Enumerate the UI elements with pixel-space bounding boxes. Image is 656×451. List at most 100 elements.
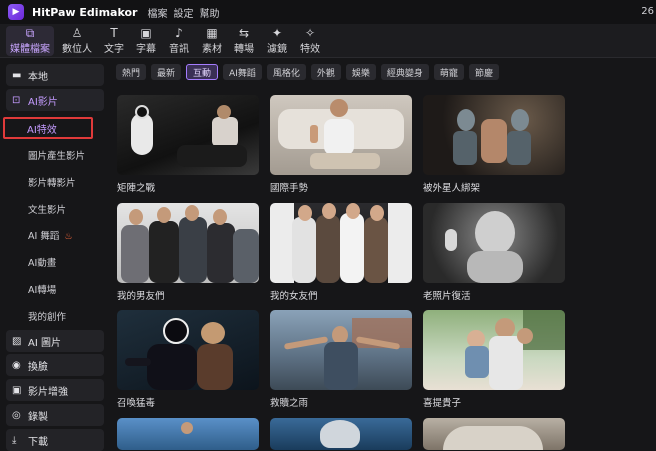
- text-icon: T: [110, 26, 118, 40]
- effect-card-partial[interactable]: [117, 418, 259, 450]
- filter-chip[interactable]: 經典變身: [380, 64, 429, 80]
- effect-thumbnail: [423, 203, 565, 283]
- effect-card[interactable]: 喜提貴子: [423, 310, 565, 409]
- media-icon: ⧉: [25, 26, 35, 40]
- sidebar-item-face-swap[interactable]: ◉ 換臉: [6, 354, 104, 376]
- transition-icon: ⇆: [238, 26, 250, 40]
- ai-video-icon: ⊡: [12, 94, 21, 106]
- sidebar-sub-ai-effects[interactable]: AI特效: [3, 117, 93, 139]
- effect-thumbnail: [117, 418, 259, 450]
- tool-label: 數位人: [62, 44, 92, 55]
- filter-chip[interactable]: 風格化: [266, 64, 306, 80]
- filter-chip[interactable]: 萌寵: [433, 64, 464, 80]
- fire-icon: ♨: [64, 232, 73, 242]
- sidebar-sub-ai-dance[interactable]: AI 舞蹈 ♨: [28, 228, 72, 242]
- filter-chip[interactable]: 熱門: [116, 64, 147, 80]
- filter-chip-active[interactable]: 互動: [186, 64, 219, 80]
- sidebar-item-local[interactable]: ▬ 本地: [6, 64, 104, 86]
- tool-label: 特效: [300, 44, 320, 55]
- sidebar-item-label: AI 圖片: [28, 337, 61, 349]
- tool-transition[interactable]: ⇆ 轉場: [231, 26, 257, 56]
- filter-chip[interactable]: 節慶: [468, 64, 499, 80]
- tool-avatar[interactable]: ♙ 數位人: [60, 26, 94, 56]
- download-icon: ⤓: [12, 434, 17, 446]
- tool-label: 濾鏡: [267, 44, 287, 55]
- tool-assets[interactable]: ▦ 素材: [199, 26, 225, 56]
- tool-text[interactable]: T 文字: [101, 26, 127, 56]
- sidebar-sub-ai-animation[interactable]: AI動畫: [28, 255, 56, 269]
- main-toolbar: ⧉ 媒體檔案 ♙ 數位人 T 文字 ▣ 字幕 ♪ 音訊 ▦ 素材 ⇆ 轉場 ✦ …: [0, 24, 656, 58]
- effect-title: 我的女友們: [270, 291, 318, 302]
- tool-filter[interactable]: ✦ 濾鏡: [264, 26, 290, 56]
- effect-card[interactable]: 我的女友們: [270, 203, 412, 302]
- sidebar-item-ai-image[interactable]: ▨ AI 圖片: [6, 330, 104, 352]
- app-name: HitPaw Edimakor: [32, 5, 138, 19]
- assets-icon: ▦: [206, 26, 218, 40]
- effect-thumbnail: [117, 310, 259, 390]
- menu-settings[interactable]: 設定: [173, 5, 193, 20]
- effect-card-partial[interactable]: [270, 418, 412, 450]
- sidebar-sub-text-to-video[interactable]: 文生影片: [28, 202, 66, 216]
- tool-label: 字幕: [136, 44, 156, 55]
- effect-title: 喜提貴子: [423, 398, 462, 409]
- tool-audio[interactable]: ♪ 音訊: [166, 26, 192, 56]
- sidebar-sub-ai-transition[interactable]: AI轉場: [28, 282, 56, 296]
- tool-label: 音訊: [169, 44, 189, 55]
- filter-chip[interactable]: AI舞蹈: [223, 64, 262, 80]
- filter-chip[interactable]: 娛樂: [345, 64, 376, 80]
- effect-thumbnail: [270, 203, 412, 283]
- sidebar-sub-label: AI 舞蹈: [28, 231, 60, 242]
- sidebar-sub-my-creations[interactable]: 我的創作: [28, 309, 66, 323]
- effect-thumbnail: [423, 310, 565, 390]
- menu-bar: 檔案 設定 幫助: [147, 5, 219, 20]
- effects-icon: ✧: [304, 26, 316, 40]
- app-logo-icon: ▶: [8, 4, 24, 20]
- tool-subtitle[interactable]: ▣ 字幕: [133, 26, 159, 56]
- tool-effects[interactable]: ✧ 特效: [297, 26, 323, 56]
- effect-card[interactable]: 我的男友們: [117, 203, 259, 302]
- tool-label: 轉場: [234, 44, 254, 55]
- effect-card[interactable]: 矩陣之戰: [117, 95, 259, 194]
- effect-card[interactable]: 老照片復活: [423, 203, 565, 302]
- record-icon: ◎: [12, 409, 21, 421]
- audio-icon: ♪: [175, 26, 183, 40]
- filter-icon: ✦: [271, 26, 283, 40]
- tool-media[interactable]: ⧉ 媒體檔案: [6, 26, 54, 56]
- ai-image-icon: ▨: [12, 335, 22, 347]
- title-bar: ▶ HitPaw Edimakor 檔案 設定 幫助 26: [0, 0, 656, 24]
- tool-label: 素材: [202, 44, 222, 55]
- sidebar-item-download[interactable]: ⤓ 下載: [6, 429, 104, 451]
- effect-card-partial[interactable]: [423, 418, 565, 450]
- sidebar-sub-image-to-video[interactable]: 圖片產生影片: [28, 148, 85, 162]
- title-right-text: 26: [641, 6, 654, 17]
- filter-chip[interactable]: 最新: [151, 64, 182, 80]
- effect-title: 矩陣之戰: [117, 183, 156, 194]
- effect-thumbnail: [270, 418, 412, 450]
- sidebar-item-label: 換臉: [28, 361, 48, 373]
- sidebar: ▬ 本地 ⊡ AI影片 AI特效 圖片產生影片 影片轉影片 文生影片 AI 舞蹈…: [0, 58, 110, 451]
- sidebar-item-ai-video[interactable]: ⊡ AI影片: [6, 89, 104, 111]
- effect-title: 召喚猛毒: [117, 398, 156, 409]
- avatar-icon: ♙: [71, 26, 83, 40]
- enhance-icon: ▣: [12, 384, 22, 396]
- effect-thumbnail: [270, 95, 412, 175]
- sidebar-item-label: 本地: [28, 71, 48, 83]
- effect-card[interactable]: 救贖之雨: [270, 310, 412, 409]
- effect-card[interactable]: 召喚猛毒: [117, 310, 259, 409]
- menu-file[interactable]: 檔案: [147, 5, 167, 20]
- effect-card[interactable]: 國際手勢: [270, 95, 412, 194]
- sidebar-item-enhance[interactable]: ▣ 影片增強: [6, 379, 104, 401]
- sidebar-item-label: 影片增強: [28, 386, 68, 398]
- effect-title: 我的男友們: [117, 291, 165, 302]
- effect-thumbnail: [117, 203, 259, 283]
- sidebar-item-record[interactable]: ◎ 錄製: [6, 404, 104, 426]
- sidebar-item-label: 錄製: [28, 411, 48, 423]
- sidebar-sub-video-to-video[interactable]: 影片轉影片: [28, 175, 76, 189]
- effect-card[interactable]: 被外星人綁架: [423, 95, 565, 194]
- subtitle-icon: ▣: [140, 26, 152, 40]
- filter-chip[interactable]: 外觀: [310, 64, 341, 80]
- main-panel: 熱門 最新 互動 AI舞蹈 風格化 外觀 娛樂 經典變身 萌寵 節慶 矩陣之戰 …: [110, 58, 656, 450]
- sidebar-sub-label: AI特效: [27, 124, 57, 136]
- tool-label: 文字: [104, 44, 124, 55]
- menu-help[interactable]: 幫助: [199, 5, 219, 20]
